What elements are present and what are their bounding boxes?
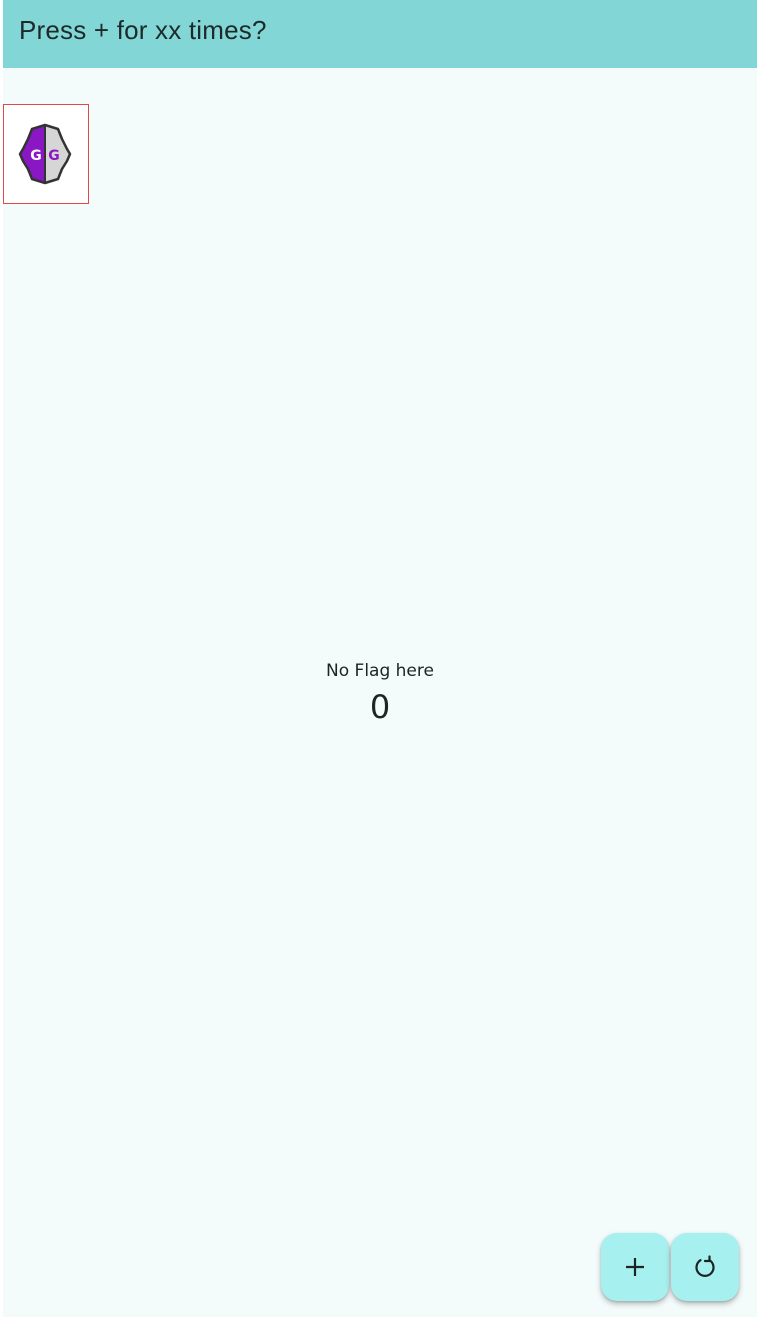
svg-text:G: G: [48, 148, 60, 164]
increment-button[interactable]: [601, 1233, 669, 1301]
plus-icon: [626, 1258, 644, 1276]
gameguardian-logo-icon: G G: [18, 123, 72, 185]
reset-icon: [695, 1255, 715, 1277]
app-screen: Press + for xx times? G G No Flag here 0: [3, 0, 757, 1317]
counter-value: 0: [369, 688, 391, 726]
page-title: Press + for xx times?: [19, 15, 267, 45]
logo-image: G G: [3, 104, 89, 204]
reset-button[interactable]: [671, 1233, 739, 1301]
flag-message: No Flag here: [326, 661, 434, 681]
svg-text:G: G: [30, 148, 42, 164]
app-bar: Press + for xx times?: [3, 0, 757, 68]
